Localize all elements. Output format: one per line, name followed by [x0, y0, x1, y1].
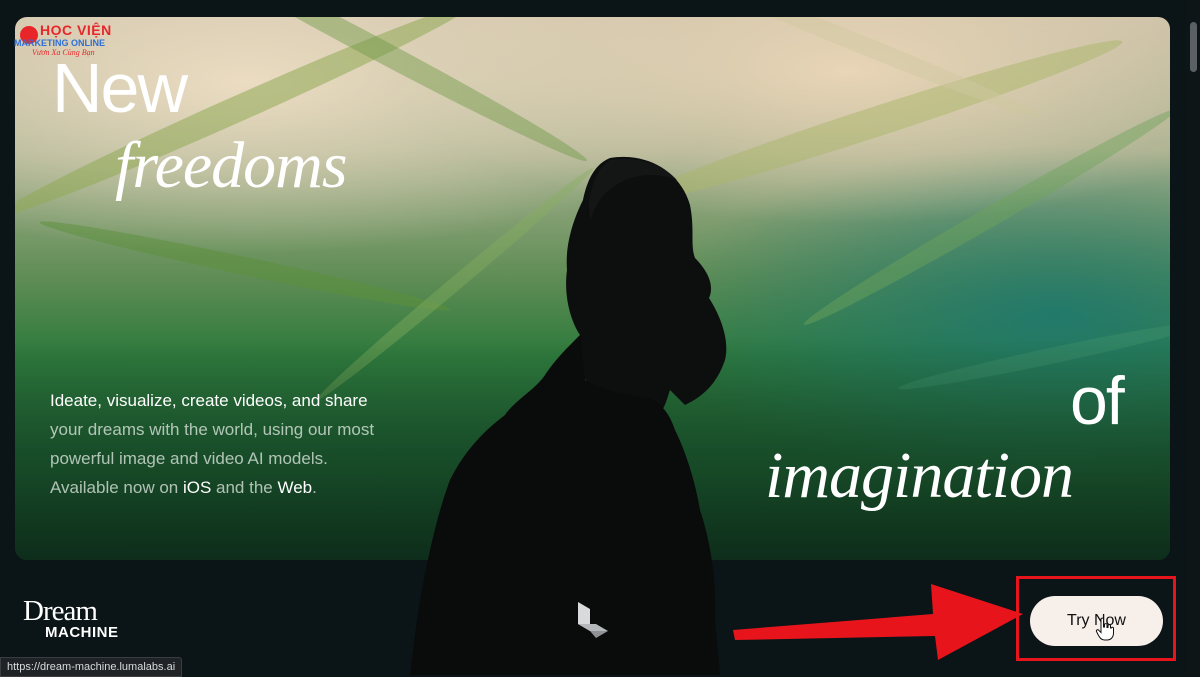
- status-bar-url: https://dream-machine.lumalabs.ai: [0, 657, 183, 677]
- hero-description: Ideate, visualize, create videos, and sh…: [50, 386, 390, 502]
- headline-new: New: [52, 49, 188, 127]
- headline-of: of: [1070, 363, 1125, 439]
- dream-machine-logo[interactable]: Dream MACHINE: [23, 596, 119, 641]
- headline-freedoms: freedoms: [115, 129, 348, 202]
- headline-imagination: imagination: [765, 439, 1074, 512]
- luma-logo-icon[interactable]: [574, 600, 610, 640]
- hand-cursor-icon: [1095, 617, 1114, 641]
- brand-machine: MACHINE: [45, 624, 119, 641]
- watermark-line1: HỌC VIỆN: [40, 22, 112, 38]
- desc-web: Web: [277, 478, 313, 497]
- desc-part1: Ideate, visualize, create videos, and sh…: [50, 391, 368, 410]
- desc-ios: iOS: [182, 478, 212, 497]
- brand-dream: Dream: [23, 595, 98, 627]
- scrollbar-thumb[interactable]: [1190, 22, 1197, 72]
- vertical-scrollbar[interactable]: [1186, 0, 1200, 675]
- desc-part6: .: [312, 478, 317, 497]
- person-silhouette: [410, 156, 727, 675]
- red-arrow-icon: [733, 584, 1023, 660]
- watermark-line2: MARKETING ONLINE: [14, 38, 105, 48]
- desc-part4: and the: [211, 478, 278, 497]
